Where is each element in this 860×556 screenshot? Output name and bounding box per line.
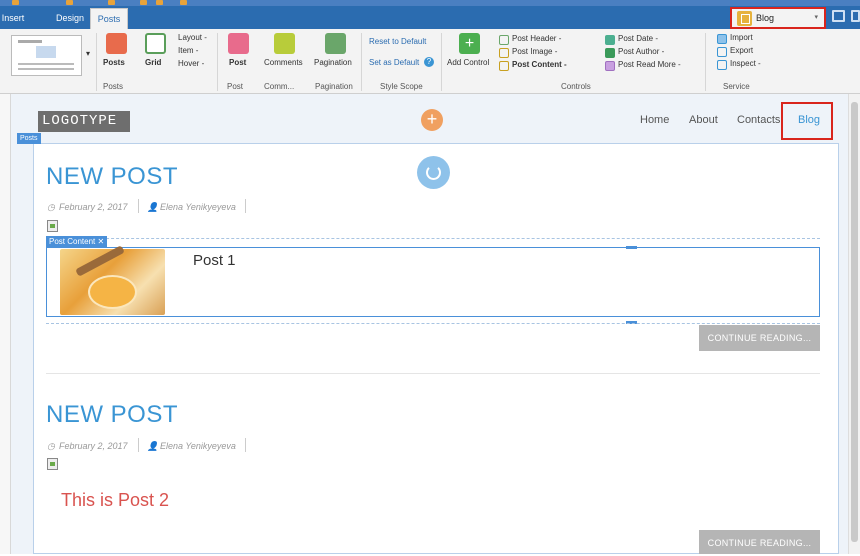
posts-icon [106,33,127,54]
post-content-button[interactable]: Post Content - [512,60,567,69]
page-selector-value: Blog [756,13,775,23]
chevron-down-icon: ▾ [814,14,818,21]
posts-layout-preview[interactable] [11,35,82,76]
continue-reading-button[interactable]: CONTINUE READING... [699,325,820,351]
post-content-tag[interactable]: Post Content ✕ [46,236,108,247]
post-title[interactable]: NEW POST [46,163,178,191]
group-comm-label: Comm... [264,82,295,91]
add-control-button[interactable]: Add Control [447,58,489,67]
export-icon [717,47,727,57]
group-posts-label: Posts [103,82,124,91]
posts-tag[interactable]: Posts [17,133,41,144]
quick-icon [180,0,187,5]
quick-icon [108,0,115,5]
post-read-more-button[interactable]: Post Read More - [618,60,681,69]
ribbon: ▾ Posts Grid Layout - Item - Hover - Pos… [0,29,860,94]
pagination-icon [325,33,346,54]
scrollbar-thumb[interactable] [851,102,858,542]
layout-button[interactable]: Layout - [178,33,207,42]
chevron-down-icon[interactable]: ▾ [86,49,90,58]
post-header-button[interactable]: Post Header - [512,34,561,43]
grid-button[interactable]: Grid [145,58,161,67]
tab-design[interactable]: Design [52,8,88,29]
desktop-icon[interactable] [832,10,845,22]
post-author: Elena Yenikyeyeva [160,441,236,451]
pagination-button[interactable]: Pagination [314,58,352,67]
group-controls-label: Controls [561,82,591,91]
post-date-icon [605,35,615,45]
user-icon: 👤 [147,441,159,451]
post-author-button[interactable]: Post Author - [618,47,664,56]
ribbon-tabs: Insert Design Posts Blog ▾ [0,6,860,29]
post-header-icon [499,35,509,45]
group-service-label: Service [723,82,750,91]
comments-icon [274,33,295,54]
group-post-label: Post [227,82,244,91]
quick-icon [66,0,73,5]
post-date: February 2, 2017 [59,441,128,451]
group-pagination-label: Pagination [315,82,353,91]
post-read-more-icon [605,61,615,71]
page-selector[interactable]: Blog ▾ [730,7,826,29]
post-image-icon [499,48,509,58]
post-author-icon [605,48,615,58]
hover-button[interactable]: Hover - [178,59,204,68]
posts-button[interactable]: Posts [103,58,125,67]
broken-image-icon [47,458,58,470]
post-content-text[interactable]: This is Post 2 [61,490,169,511]
post-content-icon [499,61,509,71]
set-default-link[interactable]: Set as Default [369,58,419,67]
left-ruler [0,94,11,554]
item-button[interactable]: Item - [178,46,198,55]
nav-contacts[interactable]: Contacts [737,114,780,126]
site-logo[interactable]: LOGOTYPE [38,111,130,132]
inspect-icon [717,60,727,70]
grid-icon [145,33,166,54]
refresh-icon[interactable] [417,156,450,189]
quick-icon [140,0,147,5]
post-divider [46,373,820,374]
resize-handle[interactable] [626,246,637,249]
reset-default-link[interactable]: Reset to Default [369,37,426,46]
post-author: Elena Yenikyeyeva [160,202,236,212]
group-style-scope-label: Style Scope [380,82,423,91]
post-date-button[interactable]: Post Date - [618,34,658,43]
post-icon [228,33,249,54]
clock-icon: ◷ [47,441,55,451]
tab-posts[interactable]: Posts [90,8,128,29]
export-button[interactable]: Export [730,46,753,55]
nav-about[interactable]: About [689,114,718,126]
import-icon [717,34,727,44]
post-image [60,249,165,315]
help-icon[interactable]: ? [424,57,434,67]
app-icon [12,0,19,5]
blog-highlight [781,102,833,140]
import-button[interactable]: Import [730,33,753,42]
page-icon [737,11,752,26]
user-icon: 👤 [147,202,159,212]
continue-reading-button[interactable]: CONTINUE READING... [699,530,820,554]
add-control-icon: + [459,33,480,54]
clock-icon: ◷ [47,202,55,212]
vertical-scrollbar[interactable] [848,94,860,554]
quick-icon [156,0,163,5]
add-section-icon[interactable]: + [421,109,443,131]
broken-image-icon [47,220,58,232]
post-title[interactable]: NEW POST [46,401,178,429]
post-date: February 2, 2017 [59,202,128,212]
post-image-button[interactable]: Post Image - [512,47,557,56]
post-content-text: Post 1 [193,252,236,269]
tab-insert[interactable]: Insert [0,8,26,29]
tablet-icon[interactable] [851,10,860,22]
post-button[interactable]: Post [229,58,246,67]
nav-home[interactable]: Home [640,114,669,126]
comments-button[interactable]: Comments [264,58,303,67]
inspect-button[interactable]: Inspect - [730,59,761,68]
